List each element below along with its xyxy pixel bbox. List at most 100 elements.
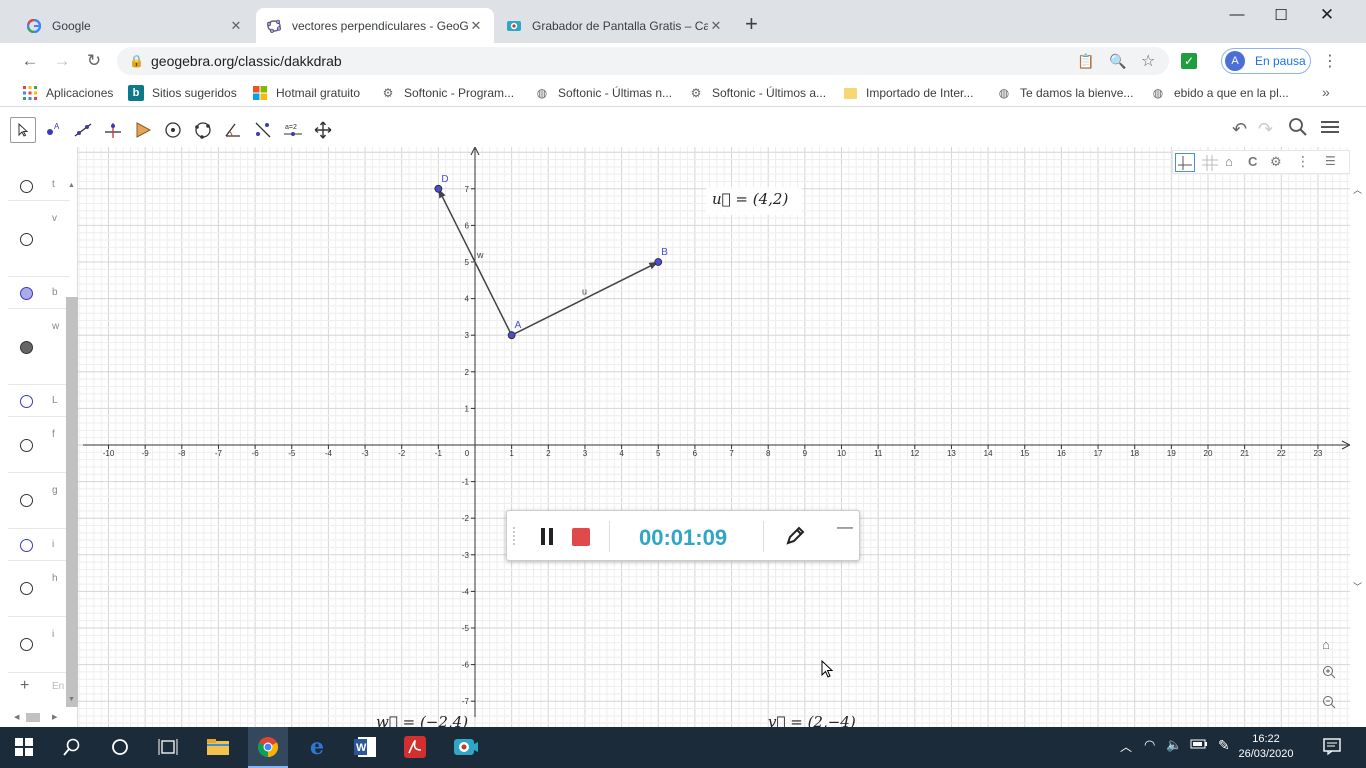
bookmark-hotmail[interactable]: Hotmail gratuito: [252, 85, 360, 101]
stop-button[interactable]: [572, 528, 590, 546]
notifications-icon[interactable]: [1322, 736, 1342, 759]
scroll-up-icon[interactable]: ▲: [68, 182, 75, 189]
visibility-toggle[interactable]: [20, 638, 33, 651]
algebra-row[interactable]: f: [8, 417, 70, 473]
slider-tool-icon[interactable]: a=2: [280, 117, 306, 143]
word-icon[interactable]: W: [353, 735, 377, 759]
minimize-button[interactable]: —: [1214, 6, 1260, 23]
scroll-down-icon[interactable]: ▼: [68, 696, 75, 703]
wifi-icon[interactable]: ◠: [1144, 737, 1155, 753]
vector-w-label[interactable]: w⃗ = (−2,4): [376, 713, 468, 727]
bookmarks-overflow-icon[interactable]: »: [1322, 84, 1330, 100]
algebra-row[interactable]: L: [8, 385, 70, 417]
chrome-icon[interactable]: [256, 735, 280, 759]
clipboard-icon[interactable]: 📋: [1077, 53, 1094, 70]
tab-google[interactable]: Google ✕: [16, 8, 254, 43]
close-window-button[interactable]: ✕: [1304, 5, 1350, 25]
windows-start-icon[interactable]: [12, 735, 36, 759]
profile-button[interactable]: A En pausa: [1221, 48, 1311, 74]
settings-gear-icon[interactable]: ⚙: [1270, 154, 1282, 170]
add-input-icon[interactable]: +: [20, 677, 29, 695]
scroll-left-icon[interactable]: ◀: [14, 713, 19, 721]
visibility-toggle[interactable]: [20, 395, 33, 408]
vector-u-label[interactable]: u⃗ = (4,2): [706, 187, 802, 215]
point-capture-icon[interactable]: C: [1248, 154, 1257, 169]
axes-toggle-icon[interactable]: [1175, 153, 1195, 172]
volume-icon[interactable]: 🔈: [1166, 737, 1182, 753]
algebra-row[interactable]: i: [8, 529, 70, 561]
bookmark-ebido[interactable]: ◍ ebido a que en la pl...: [1150, 85, 1289, 101]
show-hidden-icons-icon[interactable]: ︿: [1120, 738, 1132, 755]
algebra-row[interactable]: g: [8, 473, 70, 529]
reflect-tool-icon[interactable]: [250, 117, 276, 143]
polygon-tool-icon[interactable]: [130, 117, 156, 143]
tab-screen-recorder[interactable]: Grabador de Pantalla Gratis – Ca ✕: [496, 8, 734, 43]
close-icon[interactable]: ✕: [228, 18, 244, 34]
bookmark-bienvenida[interactable]: ◍ Te damos la bienve...: [996, 85, 1134, 101]
search-icon[interactable]: [60, 735, 84, 759]
algebra-row[interactable]: h: [8, 561, 70, 617]
acrobat-icon[interactable]: [403, 735, 427, 759]
extension-check-icon[interactable]: ✓: [1181, 53, 1197, 69]
pause-button[interactable]: [540, 528, 554, 548]
horizontal-scrollbar[interactable]: [26, 713, 40, 722]
scroll-down-icon[interactable]: ﹀: [1353, 580, 1362, 593]
screen-recorder-taskbar-icon[interactable]: [451, 735, 481, 759]
pen-annotate-icon[interactable]: [784, 525, 806, 550]
visibility-toggle[interactable]: [20, 341, 33, 354]
bookmark-softonic-2[interactable]: ◍ Softonic - Últimas n...: [534, 85, 672, 101]
home-icon[interactable]: ⌂: [1225, 154, 1233, 169]
style-bar-toggle-icon[interactable]: ☰: [1325, 154, 1336, 168]
visibility-toggle[interactable]: [20, 180, 33, 193]
edge-icon[interactable]: e: [305, 734, 329, 760]
forward-button[interactable]: →: [51, 51, 73, 71]
visibility-toggle[interactable]: [20, 439, 33, 452]
line-tool-icon[interactable]: [70, 117, 96, 143]
system-clock[interactable]: 16:22 26/03/2020: [1236, 732, 1296, 762]
scroll-right-icon[interactable]: ▶: [52, 713, 57, 721]
back-button[interactable]: ←: [19, 51, 41, 71]
scroll-up-icon[interactable]: ︿: [1353, 183, 1362, 196]
chrome-menu-icon[interactable]: ⋮: [1322, 51, 1338, 71]
bookmark-sitios[interactable]: b Sitios sugeridos: [128, 85, 237, 101]
more-options-icon[interactable]: ⋮: [1296, 153, 1310, 170]
file-explorer-icon[interactable]: [206, 735, 230, 759]
bookmark-apps[interactable]: Aplicaciones: [22, 85, 113, 101]
point-tool-icon[interactable]: A: [40, 117, 66, 143]
bookmark-importado[interactable]: Importado de Inter...: [842, 85, 973, 101]
graphics-view[interactable]: -10 -9 -8 -7 -6 -5 -4 -3 -2 -1 0 1 2 3 4 5 6 7 8 9 10 11 12 13 1…: [78, 147, 1350, 727]
minimize-recorder-button[interactable]: —: [837, 519, 853, 537]
zoom-out-icon[interactable]: [1322, 695, 1336, 712]
move-graphics-tool-icon[interactable]: [310, 117, 336, 143]
address-bar[interactable]: 🔒 geogebra.org/classic/dakkdrab: [117, 47, 1169, 75]
zoom-icon[interactable]: 🔍: [1109, 53, 1126, 70]
visibility-toggle[interactable]: [20, 233, 33, 246]
reload-button[interactable]: ↻: [83, 51, 105, 71]
circle-three-points-tool-icon[interactable]: [190, 117, 216, 143]
search-icon[interactable]: [1288, 117, 1308, 142]
algebra-row[interactable]: w: [8, 309, 70, 385]
visibility-toggle[interactable]: [20, 494, 33, 507]
bookmark-softonic-1[interactable]: ⚙ Softonic - Program...: [380, 85, 514, 101]
home-view-icon[interactable]: ⌂: [1322, 637, 1330, 652]
algebra-row[interactable]: i: [8, 617, 70, 673]
grid-toggle-icon[interactable]: [1202, 155, 1218, 174]
close-icon[interactable]: ✕: [468, 18, 484, 34]
move-tool-icon[interactable]: [10, 117, 36, 143]
input-bar[interactable]: En: [52, 681, 64, 692]
visibility-toggle[interactable]: [20, 582, 33, 595]
algebra-row[interactable]: b: [8, 277, 70, 309]
drag-handle[interactable]: [513, 527, 517, 545]
vector-v-label[interactable]: v⃗ = (2,−4): [768, 713, 856, 727]
page-scrollbar[interactable]: ︿ ﹀: [1350, 185, 1366, 605]
graphics-canvas[interactable]: -10 -9 -8 -7 -6 -5 -4 -3 -2 -1 0 1 2 3 4 5 6 7 8 9 10 11 12 13 1…: [78, 147, 1350, 727]
algebra-scrollbar[interactable]: [66, 297, 78, 707]
algebra-row[interactable]: t: [8, 169, 70, 201]
perpendicular-tool-icon[interactable]: [100, 117, 126, 143]
angle-tool-icon[interactable]: [220, 117, 246, 143]
undo-icon[interactable]: ↶: [1232, 119, 1247, 140]
task-view-icon[interactable]: [156, 735, 180, 759]
star-icon[interactable]: ☆: [1141, 51, 1155, 71]
cortana-icon[interactable]: [108, 735, 132, 759]
new-tab-button[interactable]: +: [745, 13, 758, 35]
